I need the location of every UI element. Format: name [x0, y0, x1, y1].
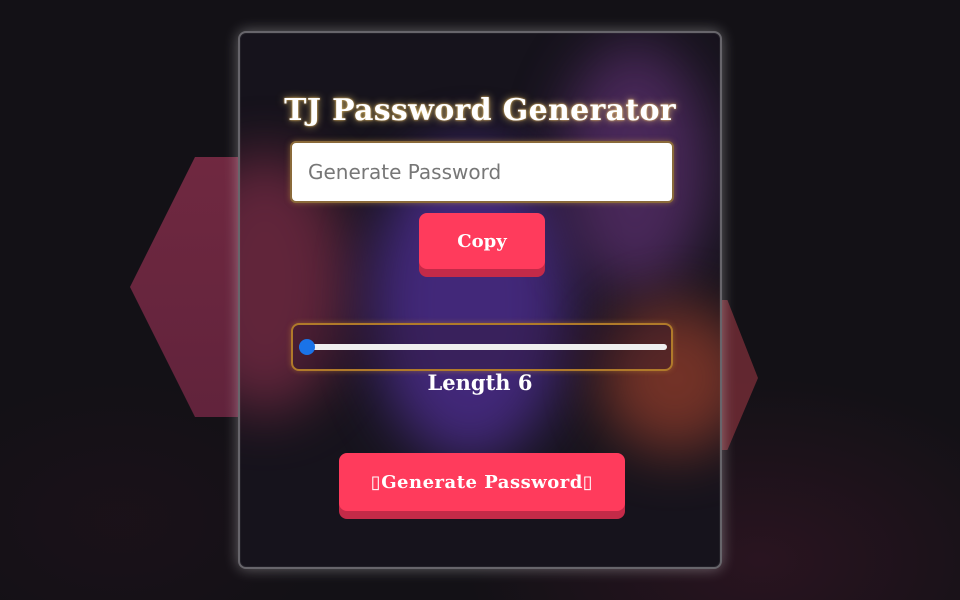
page-title: TJ Password Generator: [284, 93, 676, 128]
generator-card: TJ Password Generator Copy Length 6 ▯Gen…: [238, 31, 722, 569]
length-label: Length 6: [427, 370, 533, 395]
length-slider-container: [291, 323, 673, 371]
length-slider[interactable]: [298, 339, 667, 355]
copy-button[interactable]: Copy: [419, 213, 545, 269]
sparkle-icon: ▯: [370, 472, 382, 493]
length-slider-thumb[interactable]: [298, 339, 315, 355]
generate-password-button[interactable]: ▯Generate Password▯: [339, 453, 625, 511]
generate-button-label: Generate Password: [381, 472, 583, 493]
page-background: TJ Password Generator Copy Length 6 ▯Gen…: [0, 0, 960, 600]
password-output-field[interactable]: [290, 141, 674, 203]
sparkle-icon: ▯: [582, 472, 594, 493]
